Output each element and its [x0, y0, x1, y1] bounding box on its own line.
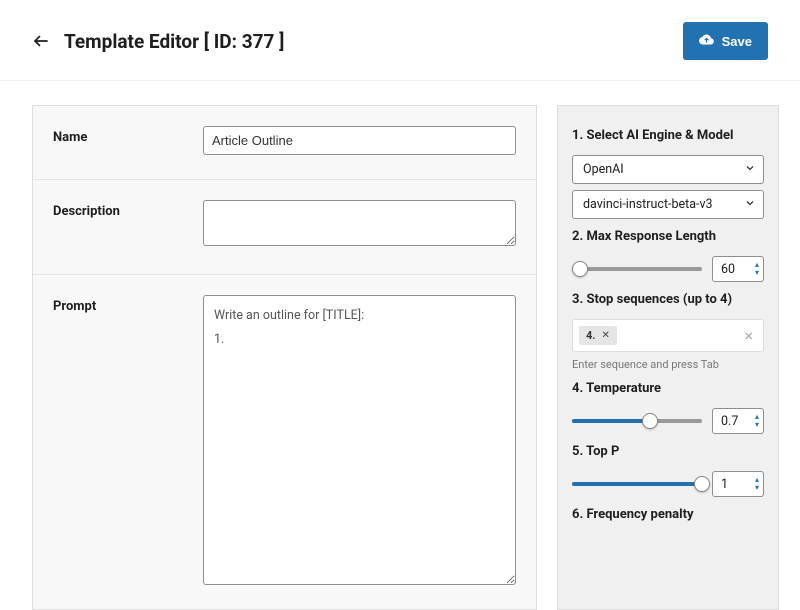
temperature-value: 0.7: [717, 414, 738, 429]
section-topp-heading: 5. Top P: [572, 444, 764, 459]
section-maxlen-heading: 2. Max Response Length: [572, 229, 764, 244]
topp-input[interactable]: 1 ▴▾: [712, 471, 764, 497]
number-spinner[interactable]: ▴▾: [755, 261, 759, 277]
topp-slider[interactable]: [572, 482, 702, 486]
prompt-label: Prompt: [53, 295, 203, 314]
maxlen-input[interactable]: 60 ▴▾: [712, 256, 764, 282]
slider-thumb[interactable]: [642, 413, 658, 429]
stop-hint: Enter sequence and press Tab: [572, 358, 764, 371]
settings-panel: 1. Select AI Engine & Model OpenAI davin…: [557, 105, 779, 610]
cloud-upload-icon: [699, 32, 714, 50]
slider-thumb[interactable]: [572, 261, 588, 277]
description-control: [203, 200, 516, 250]
temperature-slider[interactable]: [572, 419, 702, 423]
number-spinner[interactable]: ▴▾: [755, 476, 759, 492]
section-engine-heading: 1. Select AI Engine & Model: [572, 128, 764, 143]
stop-chip: 4. ✕: [579, 326, 617, 345]
description-row: Description: [33, 180, 536, 275]
description-label: Description: [53, 200, 203, 219]
name-row: Name: [33, 106, 536, 180]
topp-value: 1: [717, 477, 728, 492]
page-title: Template Editor [ ID: 377 ]: [64, 30, 284, 53]
model-select[interactable]: davinci-instruct-beta-v3: [572, 190, 764, 219]
maxlen-row: 60 ▴▾: [572, 256, 764, 282]
temperature-input[interactable]: 0.7 ▴▾: [712, 408, 764, 434]
engine-select-wrap: OpenAI: [572, 155, 764, 184]
topp-row: 1 ▴▾: [572, 471, 764, 497]
maxlen-value: 60: [717, 262, 735, 277]
name-input[interactable]: [203, 126, 516, 155]
number-spinner[interactable]: ▴▾: [755, 413, 759, 429]
section-stop-heading: 3. Stop sequences (up to 4): [572, 292, 764, 307]
name-control: [203, 126, 516, 155]
content-area: Name Description Prompt 1. Select AI Eng…: [0, 81, 800, 610]
chip-remove-icon[interactable]: ✕: [602, 330, 610, 341]
save-button-label: Save: [722, 34, 752, 49]
clear-icon[interactable]: ×: [744, 326, 757, 345]
back-arrow-icon[interactable]: [32, 32, 50, 50]
stop-chip-label: 4.: [586, 329, 596, 342]
maxlen-slider[interactable]: [572, 267, 702, 271]
model-select-wrap: davinci-instruct-beta-v3: [572, 190, 764, 219]
header-left: Template Editor [ ID: 377 ]: [32, 30, 284, 53]
save-button[interactable]: Save: [683, 22, 768, 60]
section-freqpen-heading: 6. Frequency penalty: [572, 507, 764, 522]
prompt-row: Prompt: [33, 275, 536, 609]
prompt-textarea[interactable]: [203, 295, 516, 585]
section-temperature-heading: 4. Temperature: [572, 381, 764, 396]
form-panel: Name Description Prompt: [32, 105, 537, 610]
engine-select[interactable]: OpenAI: [572, 155, 764, 184]
page-header: Template Editor [ ID: 377 ] Save: [0, 0, 800, 81]
temperature-row: 0.7 ▴▾: [572, 408, 764, 434]
prompt-control: [203, 295, 516, 589]
name-label: Name: [53, 126, 203, 145]
stop-sequence-input[interactable]: 4. ✕ ×: [572, 319, 764, 352]
description-textarea[interactable]: [203, 200, 516, 246]
slider-thumb[interactable]: [694, 476, 710, 492]
